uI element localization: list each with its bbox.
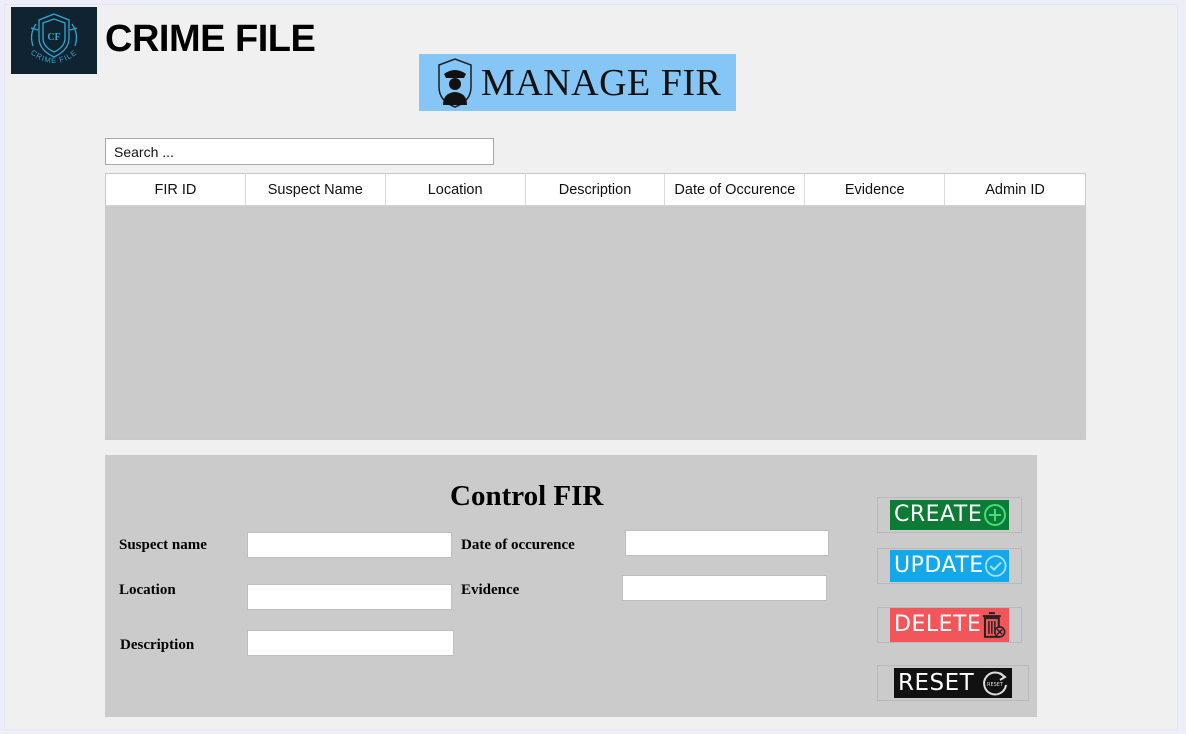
reset-icon: RESET	[983, 671, 1007, 696]
column-header-description[interactable]: Description	[526, 174, 666, 205]
description-label: Description	[120, 637, 195, 653]
column-header-suspect-name[interactable]: Suspect Name	[246, 174, 386, 205]
fir-table[interactable]: FIR ID Suspect Name Location Description…	[105, 173, 1086, 440]
description-field[interactable]	[247, 630, 454, 656]
svg-text:CRIME FILE: CRIME FILE	[29, 47, 79, 64]
reset-button[interactable]: RESET RESET	[877, 665, 1029, 701]
table-header: FIR ID Suspect Name Location Description…	[106, 174, 1085, 206]
reset-button-label: RESET	[898, 670, 975, 696]
police-officer-icon	[438, 57, 472, 108]
delete-button[interactable]: DELETE	[877, 607, 1022, 643]
table-body[interactable]	[106, 206, 1085, 440]
crime-file-logo: CF CRIME FILE	[11, 7, 97, 74]
app-title: CRIME FILE	[105, 18, 316, 60]
check-circle-icon	[984, 555, 1007, 577]
control-panel-title: Control FIR	[450, 480, 604, 512]
column-header-location[interactable]: Location	[386, 174, 526, 205]
svg-text:RESET: RESET	[987, 682, 1004, 688]
column-header-fir-id[interactable]: FIR ID	[106, 174, 246, 205]
shield-logo-icon: CF CRIME FILE	[29, 12, 79, 65]
suspect-name-label: Suspect name	[119, 537, 207, 553]
update-button-label: UPDATE	[894, 553, 984, 578]
column-header-admin-id[interactable]: Admin ID	[945, 174, 1085, 205]
update-button-face: UPDATE	[890, 550, 1009, 582]
evidence-field[interactable]	[622, 575, 827, 601]
manage-fir-banner: MANAGE FIR	[419, 54, 736, 111]
delete-button-label: DELETE	[894, 612, 982, 637]
suspect-name-field[interactable]	[247, 532, 452, 558]
trash-icon	[983, 612, 1006, 638]
date-of-occurence-field[interactable]	[625, 530, 829, 556]
evidence-label: Evidence	[461, 582, 520, 598]
update-button[interactable]: UPDATE	[877, 548, 1022, 584]
plus-circle-icon	[984, 504, 1006, 526]
svg-text:CF: CF	[47, 32, 60, 43]
create-button[interactable]: CREATE	[877, 497, 1022, 533]
location-field[interactable]	[247, 584, 452, 610]
delete-button-face: DELETE	[890, 608, 1009, 642]
reset-button-face: RESET RESET	[894, 668, 1012, 698]
column-header-evidence[interactable]: Evidence	[805, 174, 946, 205]
column-header-date-of-occurence[interactable]: Date of Occurence	[665, 174, 806, 205]
search-input[interactable]	[105, 138, 494, 165]
date-of-occurence-label: Date of occurence	[461, 537, 575, 553]
create-button-label: CREATE	[894, 502, 983, 527]
banner-title: MANAGE FIR	[481, 61, 722, 104]
location-label: Location	[119, 582, 176, 598]
create-button-face: CREATE	[890, 500, 1009, 530]
